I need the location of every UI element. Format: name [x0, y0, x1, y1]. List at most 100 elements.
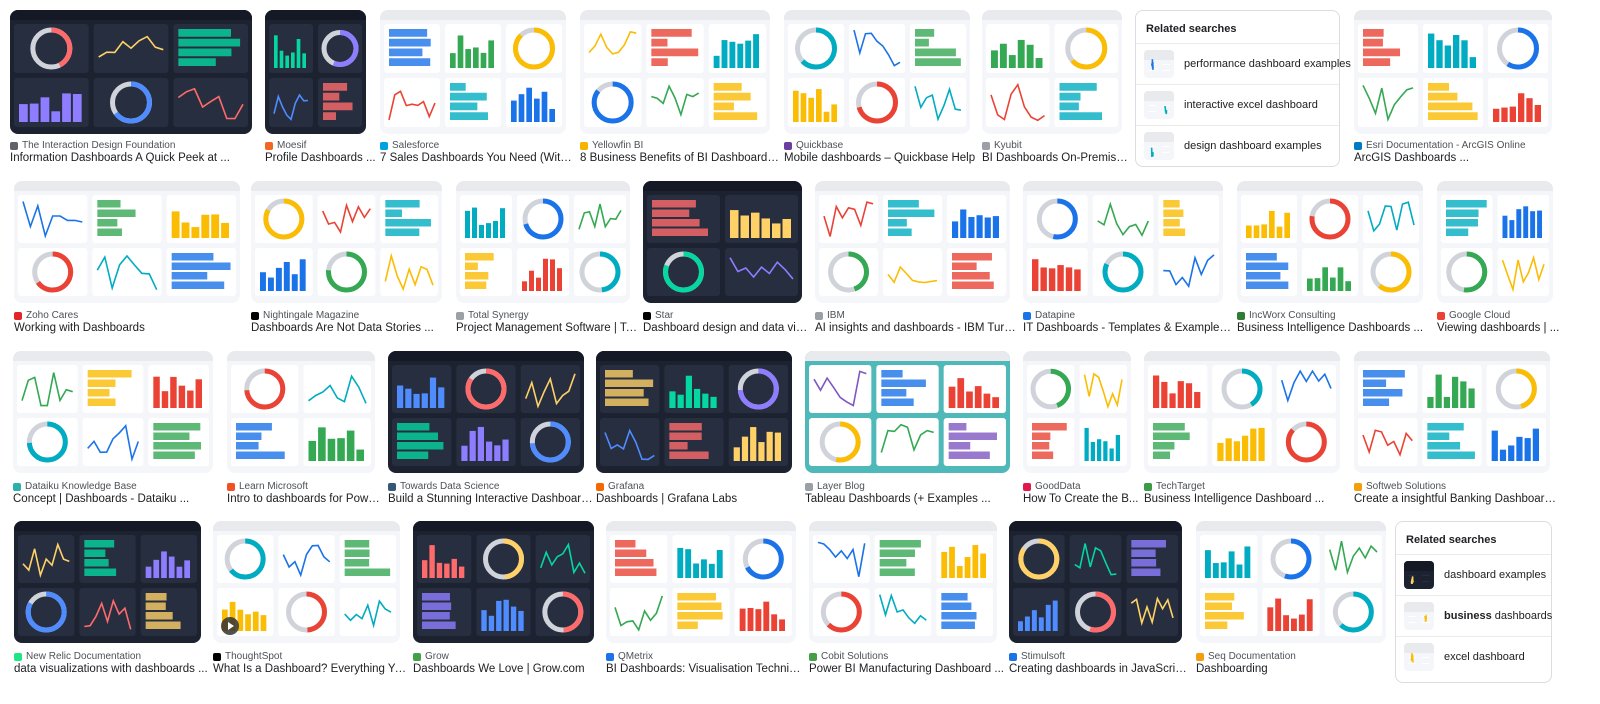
- result-source[interactable]: Seq Documentation: [1196, 651, 1386, 662]
- result-title[interactable]: Mobile dashboards – Quickbase Help: [784, 152, 980, 164]
- result-title[interactable]: Profile Dashboards ...: [265, 152, 376, 164]
- related-search-item[interactable]: excel dashboard: [1396, 636, 1551, 677]
- result-thumbnail[interactable]: [580, 10, 770, 134]
- result-title[interactable]: How To Create the B...: [1023, 493, 1141, 505]
- result-title[interactable]: BI Dashboards On-Premise...: [982, 152, 1132, 164]
- result-source[interactable]: GoodData: [1023, 481, 1131, 492]
- result-thumbnail[interactable]: [213, 521, 400, 643]
- result-thumbnail[interactable]: [1354, 351, 1550, 473]
- image-result[interactable]: Quickbase Mobile dashboards – Quickbase H…: [784, 10, 975, 168]
- result-thumbnail[interactable]: [413, 521, 594, 643]
- image-result[interactable]: Google Cloud Viewing dashboards | ...: [1437, 181, 1559, 338]
- result-title[interactable]: Dashboard design and data visu...: [643, 322, 812, 334]
- result-source[interactable]: Stimulsoft: [1009, 651, 1182, 662]
- result-title[interactable]: 7 Sales Dashboards You Need (With ...: [380, 152, 576, 164]
- image-result[interactable]: Salesforce 7 Sales Dashboards You Need (W…: [380, 10, 576, 168]
- result-source[interactable]: Grafana: [596, 481, 792, 492]
- result-thumbnail[interactable]: [10, 10, 252, 134]
- result-thumbnail[interactable]: [1196, 521, 1386, 643]
- result-thumbnail[interactable]: [1023, 181, 1223, 303]
- image-result[interactable]: Star Dashboard design and data visu...: [643, 181, 812, 338]
- result-source[interactable]: ThoughtSpot: [213, 651, 400, 662]
- result-thumbnail[interactable]: [1437, 181, 1553, 303]
- image-result[interactable]: Zoho Cares Working with Dashboards: [14, 181, 240, 338]
- image-result[interactable]: Nightingale Magazine Dashboards Are Not D…: [251, 181, 442, 338]
- result-title[interactable]: Power BI Manufacturing Dashboard ...: [809, 663, 1007, 675]
- image-result[interactable]: Datapine IT Dashboards - Templates & Exam…: [1023, 181, 1233, 338]
- result-title[interactable]: Build a Stunning Interactive Dashboard .…: [388, 493, 594, 505]
- related-search-item[interactable]: business dashboards: [1396, 595, 1552, 636]
- result-source[interactable]: Star: [643, 310, 802, 321]
- result-source[interactable]: Learn Microsoft: [227, 481, 375, 492]
- result-title[interactable]: Creating dashboards in JavaScript ...: [1009, 663, 1192, 675]
- image-result[interactable]: Seq Documentation Dashboarding: [1196, 521, 1386, 679]
- result-thumbnail[interactable]: [1144, 351, 1340, 473]
- result-source[interactable]: The Interaction Design Foundation: [10, 140, 252, 151]
- result-title[interactable]: IT Dashboards - Templates & Examples ...: [1023, 322, 1233, 334]
- result-title[interactable]: AI insights and dashboards - IBM Turbo..…: [815, 322, 1020, 334]
- image-result[interactable]: Dataiku Knowledge Base Concept | Dashboar…: [13, 351, 213, 509]
- result-title[interactable]: Working with Dashboards: [14, 322, 250, 334]
- result-title[interactable]: Dashboards We Love | Grow.com: [413, 663, 604, 675]
- result-title[interactable]: Information Dashboards A Quick Peek at .…: [10, 152, 262, 164]
- image-result[interactable]: Softweb Solutions Create a insightful Ban…: [1354, 351, 1560, 509]
- result-title[interactable]: BI Dashboards: Visualisation Technique..…: [606, 663, 806, 675]
- result-thumbnail[interactable]: [1009, 521, 1182, 643]
- result-title[interactable]: Create a insightful Banking Dashboards .…: [1354, 493, 1560, 505]
- result-title[interactable]: Viewing dashboards | ...: [1437, 322, 1563, 334]
- image-result[interactable]: IBM AI insights and dashboards - IBM Turb…: [815, 181, 1020, 338]
- result-thumbnail[interactable]: [643, 181, 802, 303]
- result-thumbnail[interactable]: [1023, 351, 1131, 473]
- result-thumbnail[interactable]: [1237, 181, 1423, 303]
- image-result[interactable]: Total Synergy Project Management Software…: [456, 181, 640, 338]
- image-result[interactable]: TechTarget Business Intelligence Dashboar…: [1144, 351, 1340, 509]
- result-thumbnail[interactable]: [14, 181, 240, 303]
- image-result[interactable]: Cobit Solutions Power BI Manufacturing Da…: [809, 521, 1004, 679]
- result-thumbnail[interactable]: [227, 351, 375, 473]
- image-result[interactable]: Moesif Profile Dashboards ...: [265, 10, 376, 168]
- result-source[interactable]: Google Cloud: [1437, 310, 1553, 321]
- image-result[interactable]: Kyubit BI Dashboards On-Premise...: [982, 10, 1132, 168]
- result-source[interactable]: Total Synergy: [456, 310, 630, 321]
- result-title[interactable]: What Is a Dashboard? Everything You ...: [213, 663, 410, 675]
- image-result[interactable]: ThoughtSpot What Is a Dashboard? Everythi…: [213, 521, 410, 679]
- result-source[interactable]: IBM: [815, 310, 1010, 321]
- result-thumbnail[interactable]: [784, 10, 970, 134]
- result-source[interactable]: Yellowfin BI: [580, 140, 770, 151]
- image-result[interactable]: QMetrix BI Dashboards: Visualisation Tech…: [606, 521, 806, 679]
- image-result[interactable]: New Relic Documentation data visualizatio…: [14, 521, 208, 679]
- image-result[interactable]: Learn Microsoft Intro to dashboards for P…: [227, 351, 385, 509]
- result-source[interactable]: Softweb Solutions: [1354, 481, 1550, 492]
- result-source[interactable]: Datapine: [1023, 310, 1223, 321]
- related-search-item[interactable]: interactive excel dashboard: [1136, 84, 1339, 125]
- related-search-item[interactable]: design dashboard examples: [1136, 125, 1339, 166]
- result-title[interactable]: data visualizations with dashboards ...: [14, 663, 211, 675]
- result-title[interactable]: Dashboards | Grafana Labs: [596, 493, 802, 505]
- related-search-item[interactable]: performance dashboard examples: [1136, 43, 1351, 84]
- result-source[interactable]: Moesif: [265, 140, 366, 151]
- result-source[interactable]: Zoho Cares: [14, 310, 240, 321]
- result-thumbnail[interactable]: [809, 521, 997, 643]
- image-result[interactable]: The Interaction Design Foundation Informa…: [10, 10, 252, 168]
- image-result[interactable]: GoodData How To Create the B...: [1023, 351, 1138, 509]
- result-title[interactable]: Business Intelligence Dashboards ...: [1237, 322, 1433, 334]
- result-title[interactable]: 8 Business Benefits of BI Dashboards ...: [580, 152, 780, 164]
- result-source[interactable]: Cobit Solutions: [809, 651, 997, 662]
- result-title[interactable]: Intro to dashboards for Power ...: [227, 493, 385, 505]
- result-title[interactable]: Dashboards Are Not Data Stories ...: [251, 322, 452, 334]
- image-result[interactable]: IncWorx Consulting Business Intelligence …: [1237, 181, 1423, 338]
- result-thumbnail[interactable]: [14, 521, 201, 643]
- image-result[interactable]: Stimulsoft Creating dashboards in JavaScr…: [1009, 521, 1192, 679]
- result-thumbnail[interactable]: [805, 351, 1010, 473]
- result-title[interactable]: Tableau Dashboards (+ Examples ...: [805, 493, 1020, 505]
- result-source[interactable]: Towards Data Science: [388, 481, 584, 492]
- result-thumbnail[interactable]: [596, 351, 792, 473]
- result-title[interactable]: ArcGIS Dashboards ...: [1354, 152, 1562, 164]
- result-source[interactable]: Grow: [413, 651, 594, 662]
- result-source[interactable]: Salesforce: [380, 140, 566, 151]
- result-source[interactable]: QMetrix: [606, 651, 796, 662]
- result-thumbnail[interactable]: [251, 181, 442, 303]
- result-title[interactable]: Concept | Dashboards - Dataiku ...: [13, 493, 223, 505]
- result-thumbnail[interactable]: [456, 181, 630, 303]
- image-result[interactable]: Esri Documentation - ArcGIS Online ArcGIS…: [1354, 10, 1552, 168]
